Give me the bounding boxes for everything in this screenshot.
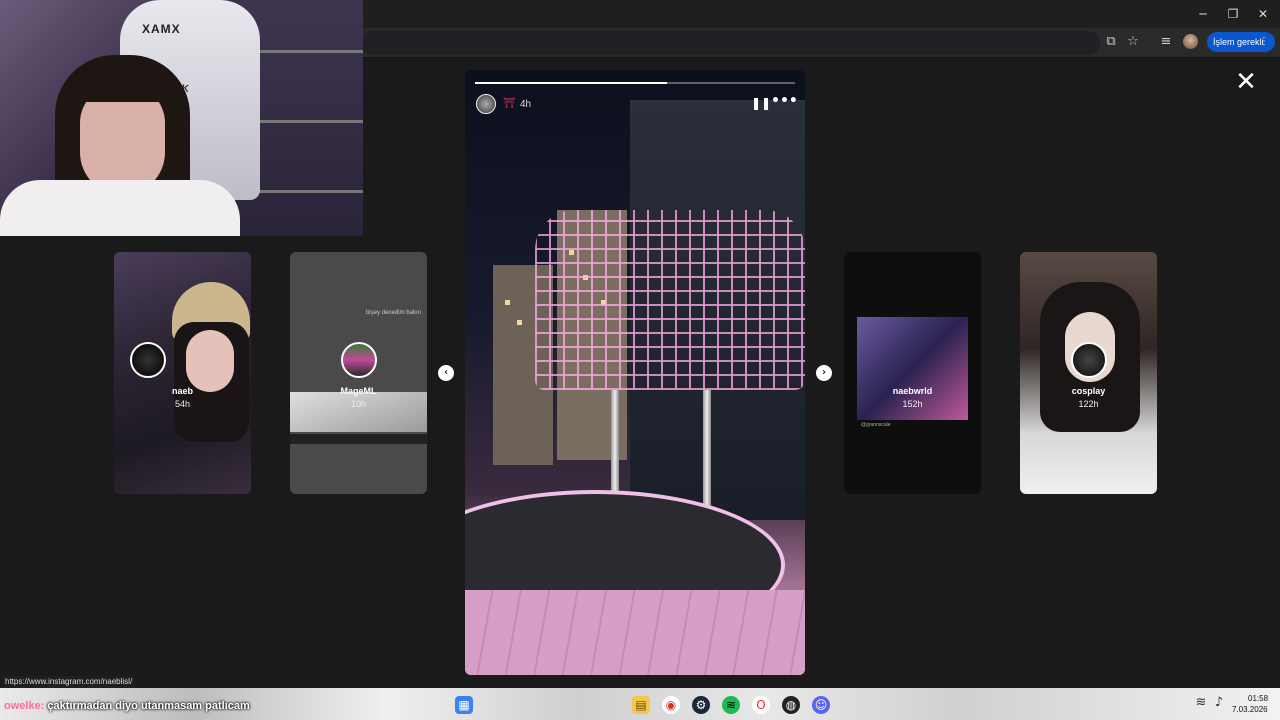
- webcam-overlay: XAMX BARK: [0, 0, 363, 236]
- story-author-avatar[interactable]: [476, 94, 496, 114]
- story-avatar: [340, 342, 377, 378]
- chat-message: çaktırmadan diyo utanmasam patlıcam: [47, 700, 250, 712]
- torii-icon: ⛩: [503, 98, 516, 109]
- pause-button[interactable]: ❚❚: [751, 96, 771, 110]
- webcam-person-clothing: [0, 180, 240, 236]
- story-time: 152h: [902, 399, 923, 409]
- story-caption: bişey denedim bakın: [365, 310, 421, 316]
- story-thumbnail-image-part: [290, 434, 427, 444]
- story-timestamp: 4h: [520, 99, 532, 110]
- story-avatar: [1070, 342, 1107, 378]
- spotify-icon[interactable]: ≋: [722, 696, 740, 714]
- kebab-menu-icon[interactable]: ⋮: [1259, 32, 1269, 52]
- story-image-light-sculpture: [535, 210, 805, 390]
- profile-icon[interactable]: [1183, 34, 1198, 49]
- star-icon[interactable]: ☆: [1124, 33, 1142, 51]
- chrome-icon[interactable]: ◉: [662, 696, 680, 714]
- obs-icon[interactable]: ◍: [782, 696, 800, 714]
- story-username: cosplay: [1071, 386, 1106, 396]
- file-explorer-icon[interactable]: ▤: [632, 696, 650, 714]
- previous-story-button[interactable]: ‹: [438, 365, 454, 381]
- address-field[interactable]: [360, 31, 1100, 55]
- wifi-icon[interactable]: ≋: [1192, 694, 1210, 712]
- story-time: 122h: [1078, 399, 1099, 409]
- action-required-label: İşlem gerekli: [1213, 37, 1264, 47]
- active-story[interactable]: ⛩ 4h ❚❚ •••: [465, 70, 805, 675]
- stream-chat-overlay: owelke: çaktırmadan diyo utanmasam patlı…: [4, 700, 250, 712]
- chair-logo: XAMX: [142, 22, 181, 36]
- action-required-button[interactable]: İşlem gerekli ⋮: [1207, 32, 1275, 52]
- close-window-button[interactable]: ✕: [1248, 4, 1278, 24]
- steam-icon[interactable]: ⚙: [692, 696, 710, 714]
- next-story-button[interactable]: ›: [816, 365, 832, 381]
- story-card-naeb[interactable]: naeb 54h: [114, 252, 251, 494]
- story-image-floor: [465, 590, 805, 675]
- story-card-cosplay[interactable]: cosplay 122h: [1020, 252, 1157, 494]
- story-time: 10h: [350, 399, 367, 409]
- story-thumbnail-image: [290, 392, 427, 432]
- clock-time[interactable]: 01:58: [1248, 694, 1268, 703]
- story-image-detail: [505, 300, 510, 305]
- cast-icon[interactable]: ⧉: [1102, 33, 1120, 51]
- reading-list-icon[interactable]: ≡: [1157, 33, 1175, 51]
- clock-date[interactable]: 7.03.2026: [1232, 705, 1268, 714]
- screen: ─ ❐ ✕ ⧉ ☆ ≡ İşlem gerekli ⋮ ✕ naeb 54h b…: [0, 0, 1280, 720]
- status-bar-url: https://www.instagram.com/naeblisl/: [2, 676, 136, 688]
- more-options-button[interactable]: •••: [771, 94, 798, 108]
- story-username: naeb: [171, 386, 193, 396]
- story-image-detail: [517, 320, 522, 325]
- story-time: 54h: [174, 399, 191, 409]
- chat-username: owelke:: [4, 700, 45, 712]
- maximize-button[interactable]: ❐: [1218, 4, 1248, 24]
- story-username: naebwrld: [892, 386, 933, 396]
- opera-icon[interactable]: O: [752, 696, 770, 714]
- story-thumbnail-image-part: [186, 330, 234, 392]
- minimize-button[interactable]: ─: [1188, 4, 1218, 24]
- story-avatar: [130, 342, 166, 378]
- story-username: MageML: [340, 386, 377, 396]
- story-credit: @grannscale: [861, 422, 891, 428]
- story-card-mageml[interactable]: bişey denedim bakın MageML 10h: [290, 252, 427, 494]
- windows-icon[interactable]: ▦: [455, 696, 473, 714]
- story-card-naebwrld[interactable]: @grannscale naebwrld 152h: [844, 252, 981, 494]
- close-story-button[interactable]: ✕: [1234, 69, 1258, 95]
- speaker-icon[interactable]: ♪: [1210, 694, 1228, 712]
- story-progress-bar: [475, 82, 795, 84]
- discord-icon[interactable]: ☺: [812, 696, 830, 714]
- story-progress-fill: [475, 82, 667, 84]
